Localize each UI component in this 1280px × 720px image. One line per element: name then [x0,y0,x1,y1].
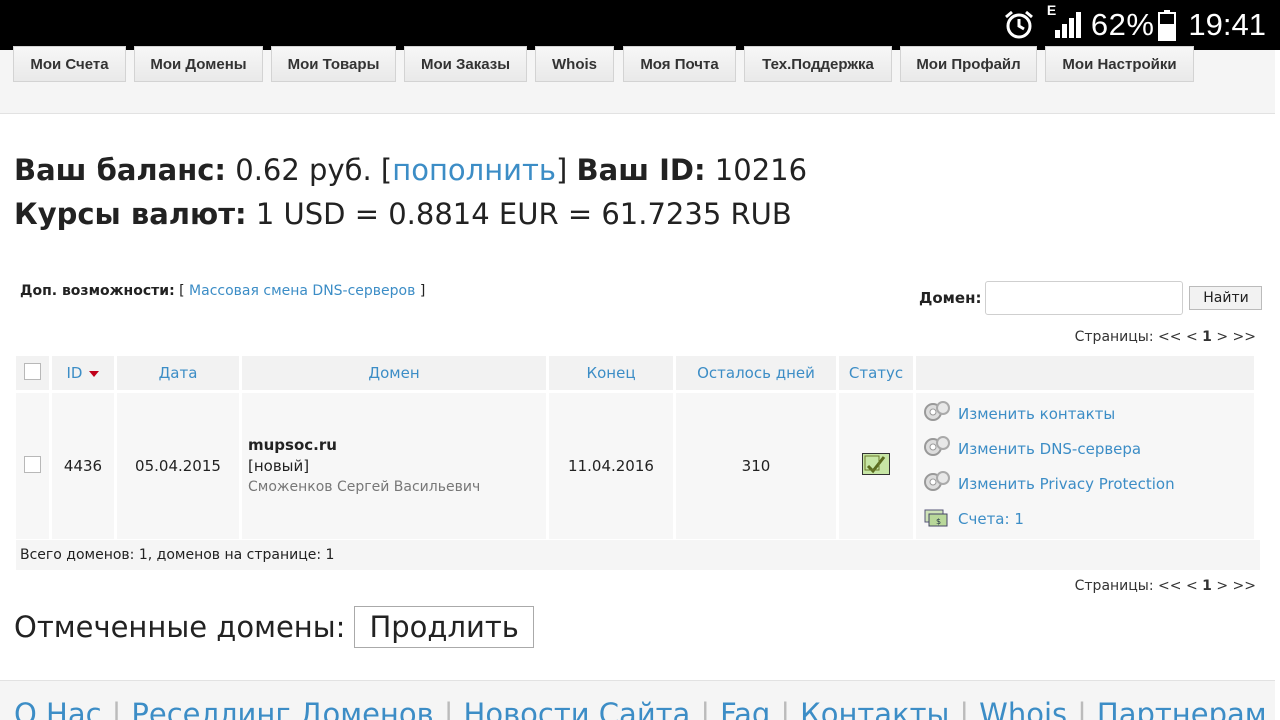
table-summary: Всего доменов: 1, доменов на странице: 1 [16,540,1260,570]
pager-prev[interactable]: < [1186,578,1198,594]
row-checkbox[interactable] [24,455,41,473]
pager-current: 1 [1202,578,1212,594]
footer-contacts[interactable]: Контакты [800,697,949,720]
select-all-checkbox[interactable] [24,362,41,380]
rates-label: Курсы валют: [14,197,247,231]
nav-settings[interactable]: Мои Настройки [1045,46,1194,82]
action-change-privacy[interactable]: Изменить Privacy Protection [922,466,1254,501]
footer-whois[interactable]: Whois [979,697,1067,720]
marked-domains: Отмеченные домены: Продлить [14,606,534,648]
table-row: 4436 05.04.2015 mupsoc.ru [новый] Сможен… [16,393,1254,539]
pager-first[interactable]: << [1158,578,1181,594]
signal-icon: E [1047,2,1081,40]
pager-first[interactable]: << [1158,329,1181,345]
row-end: 11.04.2016 [549,393,673,539]
id-label: Ваш ID: [576,153,706,187]
domain-search-label: Домен: [919,289,982,307]
row-date: 05.04.2015 [117,393,239,539]
footer-reselling[interactable]: Реселлинг Доменов [131,697,433,720]
nav-mail[interactable]: Моя Почта [623,46,736,82]
col-end[interactable]: Конец [549,356,673,390]
balance-amount: 0.62 руб. [235,153,372,187]
pager-bottom: Страницы: << < 1 > >> [1074,578,1256,594]
battery-percent: 62% [1090,7,1155,42]
row-days-left: 310 [676,393,836,539]
money-icon: $ [924,509,948,526]
col-status[interactable]: Статус [839,356,913,390]
domains-table: ID Дата Домен Конец Осталось дней Статус… [13,353,1257,542]
action-change-dns[interactable]: Изменить DNS-сервера [922,431,1254,466]
rates-value: 1 USD = 0.8814 EUR = 61.7235 RUB [255,197,792,231]
nav-invoices[interactable]: Мои Счета [13,46,126,82]
alarm-icon [1003,9,1035,41]
edit-icon[interactable] [862,453,890,475]
mass-dns-link[interactable]: Массовая смена DNS-серверов [189,283,415,299]
network-type: E [1046,2,1057,18]
gears-icon [924,435,950,456]
col-actions [916,356,1254,390]
footer: О Нас | Реселлинг Доменов | Новости Сайта | Fa… [0,680,1275,720]
balance-label: Ваш баланс: [14,153,227,187]
pager-next[interactable]: > [1216,329,1228,345]
gears-icon [924,400,950,421]
nav-orders[interactable]: Мои Заказы [404,46,527,82]
svg-text:$: $ [936,517,941,526]
pager-top: Страницы: << < 1 > >> [1074,329,1256,345]
footer-about[interactable]: О Нас [14,697,102,720]
col-id[interactable]: ID [52,356,114,390]
action-change-contacts[interactable]: Изменить контакты [922,396,1254,431]
col-days-left[interactable]: Осталось дней [676,356,836,390]
extras-label: Доп. возможности: [20,283,175,299]
pager-prev[interactable]: < [1186,329,1198,345]
nav-whois[interactable]: Whois [535,46,614,82]
top-nav: Мои Счета Мои Домены Мои Товары Мои Зака… [0,46,1275,114]
pager-last[interactable]: >> [1233,329,1256,345]
footer-partners[interactable]: Партнерам [1097,697,1267,720]
sort-desc-icon [89,370,100,377]
balance-block: Ваш баланс: 0.62 руб. [пополнить] Ваш ID… [14,153,808,231]
topup-link[interactable]: пополнить [392,153,556,187]
domain-search-input[interactable] [985,281,1184,315]
pager-next[interactable]: > [1216,578,1228,594]
gears-icon [924,470,950,491]
footer-news[interactable]: Новости Сайта [464,697,691,720]
clock: 19:41 [1188,7,1266,42]
row-domain-name[interactable]: mupsoc.ru [248,435,546,456]
find-button[interactable]: Найти [1189,286,1263,310]
footer-faq[interactable]: Faq [720,697,770,720]
battery-icon [1158,9,1177,41]
action-invoices[interactable]: $ Счета: 1 [922,501,1254,536]
col-date[interactable]: Дата [117,356,239,390]
nav-domains[interactable]: Мои Домены [134,46,263,82]
row-domain-tag: [новый] [248,456,310,475]
status-bar: E 62% 19:41 [0,0,1280,50]
row-id: 4436 [52,393,114,539]
pager-last[interactable]: >> [1233,578,1256,594]
pager-current: 1 [1202,329,1212,345]
extras: Доп. возможности: [ Массовая смена DNS-с… [20,283,426,299]
nav-products[interactable]: Мои Товары [271,46,396,82]
marked-label: Отмеченные домены: [14,610,346,644]
row-domain-owner: Сможенков Сергей Васильевич [248,478,481,495]
domain-search: Домен: Найти [919,281,1263,315]
renew-button[interactable]: Продлить [354,606,534,648]
id-value: 10216 [714,153,808,187]
nav-support[interactable]: Тех.Поддержка [744,46,892,82]
nav-profile[interactable]: Мои Профайл [900,46,1037,82]
col-domain[interactable]: Домен [242,356,546,390]
